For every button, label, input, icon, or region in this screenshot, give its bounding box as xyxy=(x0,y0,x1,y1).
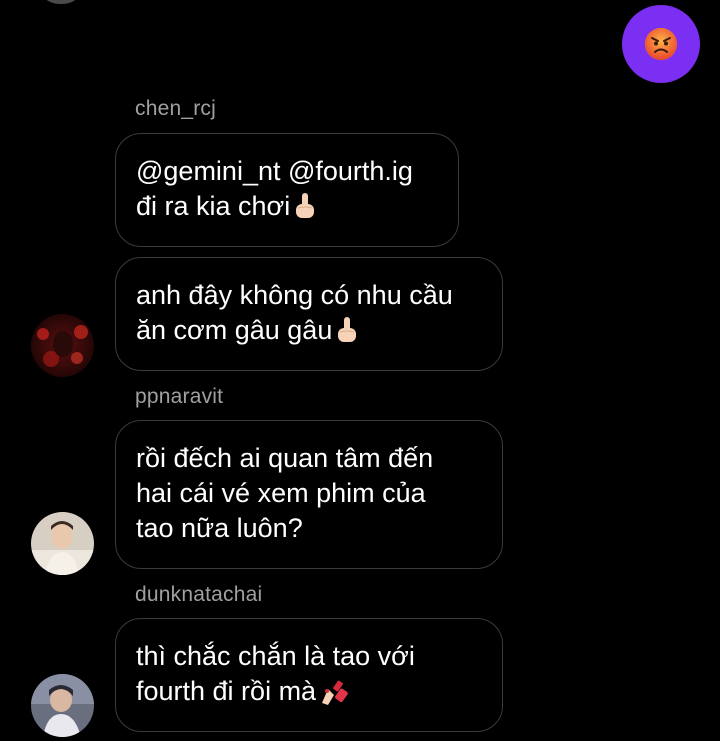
sender-name[interactable]: dunknatachai xyxy=(135,583,262,607)
avatar[interactable] xyxy=(31,512,94,575)
sender-name[interactable]: chen_rcj xyxy=(135,97,216,121)
message-line-text: đi ra kia chơi xyxy=(136,191,291,221)
message-line: thì chắc chắn là tao với xyxy=(136,641,415,671)
middle-finger-icon xyxy=(296,192,315,218)
message-line: hai cái vé xem phim của xyxy=(136,478,426,508)
message-line: @gemini_nt @fourth.ig xyxy=(136,156,413,186)
message-bubble[interactable]: rồi đếch ai quan tâm đến hai cái vé xem … xyxy=(115,420,503,569)
avatar-photo xyxy=(31,674,94,737)
message-line-text: ăn cơm gâu gâu xyxy=(136,315,333,345)
middle-finger-icon xyxy=(338,316,357,342)
sender-name[interactable]: ppnaravit xyxy=(135,385,223,409)
message-line: anh đây không có nhu cầu xyxy=(136,280,453,310)
avatar-partial[interactable] xyxy=(44,0,78,4)
reaction-bubble[interactable] xyxy=(622,5,700,83)
message-line: tao nữa luôn? xyxy=(136,513,303,543)
message-bubble[interactable]: @gemini_nt @fourth.ig đi ra kia chơi xyxy=(115,133,459,247)
avatar-photo xyxy=(31,314,94,377)
avatar[interactable] xyxy=(31,674,94,737)
message-line-text: fourth đi rồi mà xyxy=(136,676,317,706)
message-bubble[interactable]: anh đây không có nhu cầu ăn cơm gâu gâu xyxy=(115,257,503,371)
message-line-with-emoji: fourth đi rồi mà xyxy=(136,674,482,709)
avatar[interactable] xyxy=(31,314,94,377)
message-bubble[interactable]: thì chắc chắn là tao với fourth đi rồi m… xyxy=(115,618,503,732)
angry-face-icon xyxy=(645,28,677,60)
nail-polish-icon xyxy=(322,680,348,705)
avatar-photo xyxy=(31,512,94,575)
message-line: rồi đếch ai quan tâm đến xyxy=(136,443,434,473)
message-line-with-emoji: ăn cơm gâu gâu xyxy=(136,313,482,348)
message-line-with-emoji: đi ra kia chơi xyxy=(136,189,438,224)
